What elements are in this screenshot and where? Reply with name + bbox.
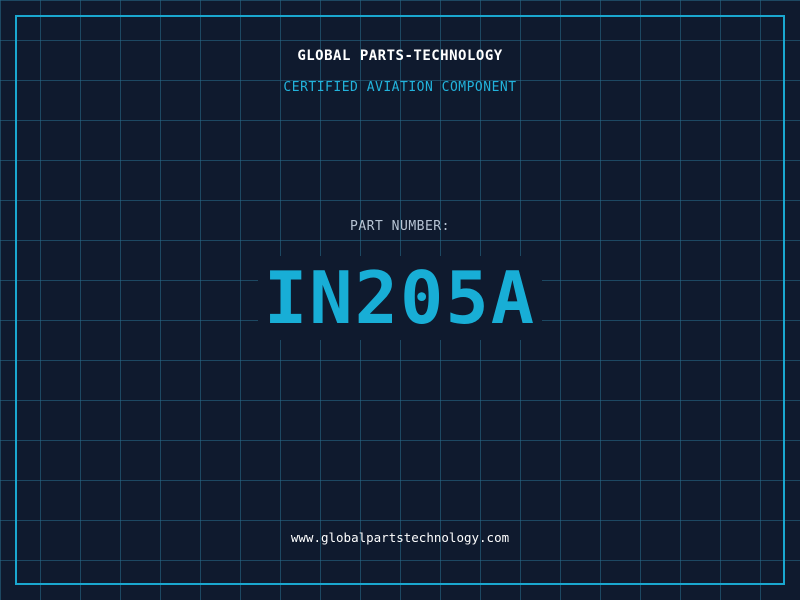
company-name: GLOBAL PARTS-TECHNOLOGY — [297, 48, 503, 64]
website-url: www.globalpartstechnology.com — [290, 530, 510, 545]
part-number-value: IN205A — [257, 256, 543, 340]
certification-subtitle: CERTIFIED AVIATION COMPONENT — [283, 80, 517, 95]
part-number-label: PART NUMBER: — [350, 219, 450, 234]
part-number-display: IN205A — [0, 256, 800, 340]
